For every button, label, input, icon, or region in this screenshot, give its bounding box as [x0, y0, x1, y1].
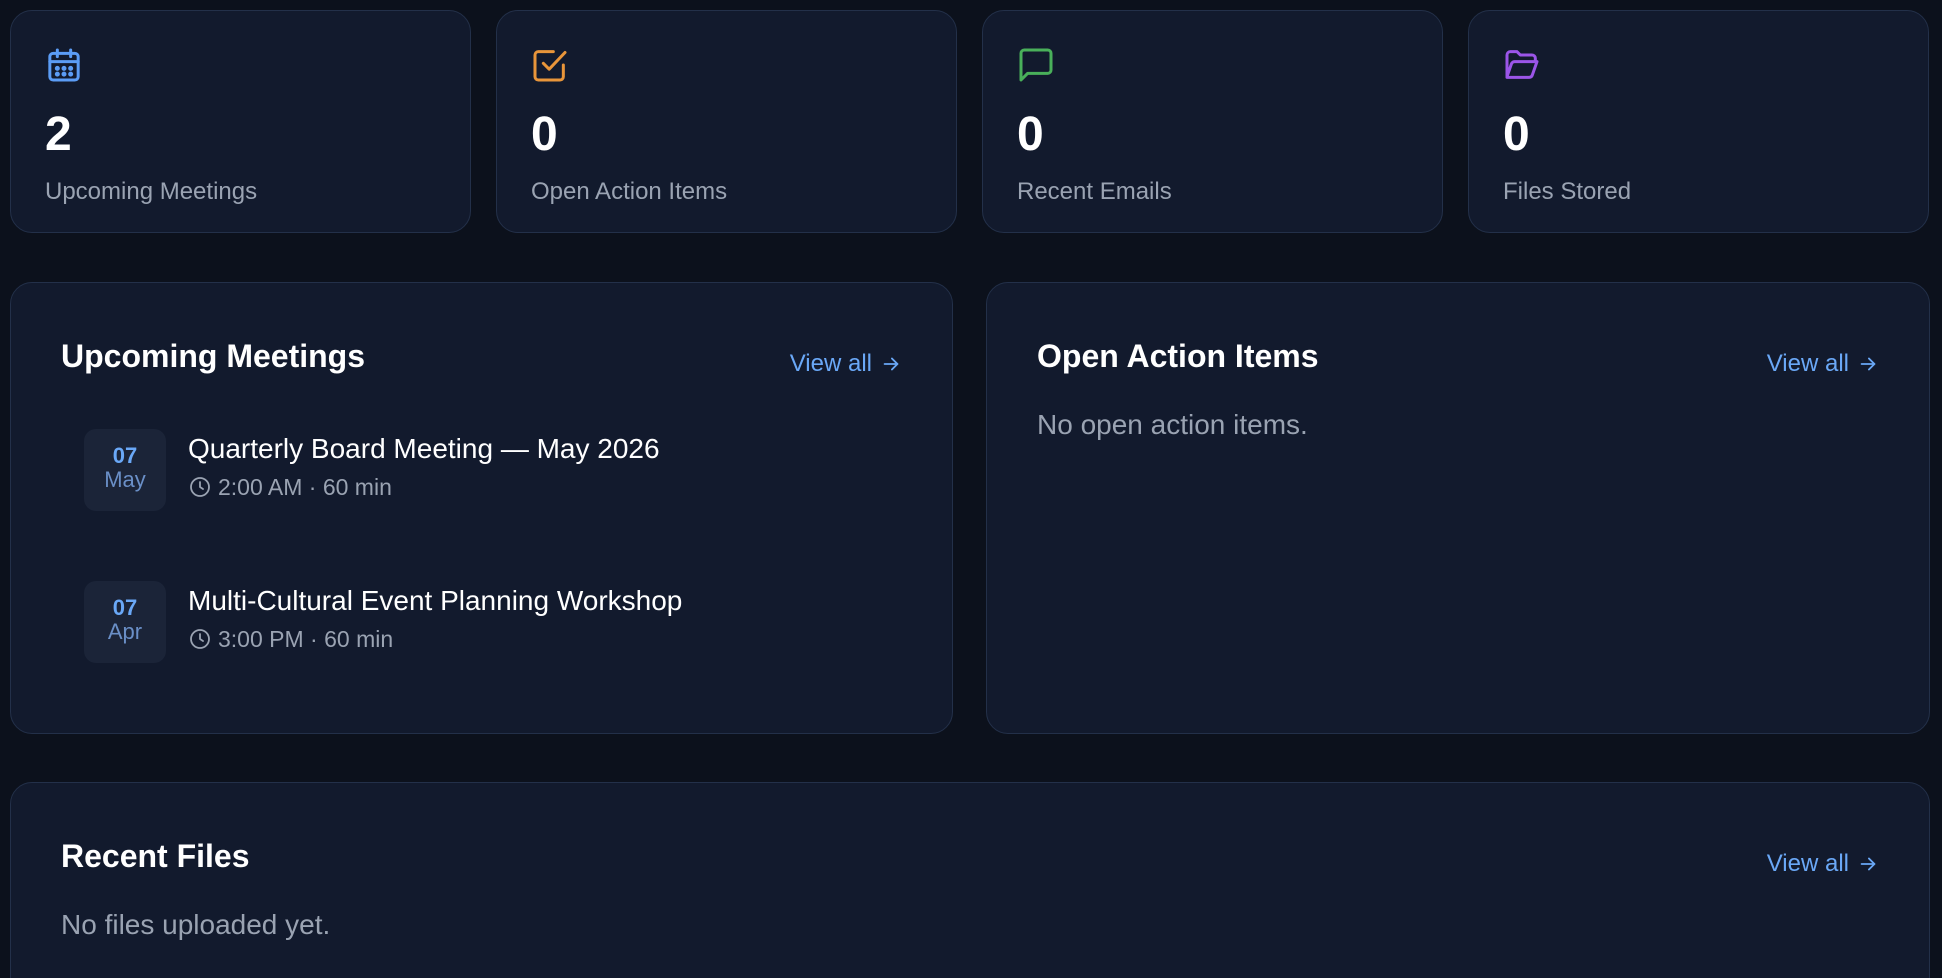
recent-files-panel: Recent Files View all No files uploaded …: [10, 782, 1930, 978]
date-badge: 07 May: [84, 429, 166, 511]
stat-value: 0: [531, 108, 558, 161]
calendar-icon: [44, 45, 84, 85]
meeting-time: 3:00 PM · 60 min: [218, 625, 394, 652]
stats-row: 2 Upcoming Meetings 0 Open Action Items …: [10, 10, 1929, 233]
open-action-items-panel: Open Action Items View all No open actio…: [986, 282, 1930, 734]
checkbox-icon: [530, 45, 570, 85]
date-day: 07: [112, 595, 138, 620]
meeting-title: Quarterly Board Meeting — May 2026: [188, 433, 660, 464]
meeting-meta: 3:00 PM · 60 min: [188, 627, 393, 651]
panel-title: Upcoming Meetings: [61, 338, 366, 374]
meeting-meta: 2:00 AM · 60 min: [188, 475, 392, 499]
date-month: Apr: [107, 619, 143, 644]
stat-value: 0: [1503, 108, 1530, 161]
arrow-right-icon: [880, 353, 902, 375]
stat-value: 2: [45, 108, 72, 161]
stat-label: Files Stored: [1503, 178, 1632, 205]
empty-state-text: No files uploaded yet.: [61, 909, 331, 940]
clock-icon: [188, 627, 212, 651]
stat-label: Recent Emails: [1017, 178, 1172, 205]
arrow-right-icon: [1857, 353, 1879, 375]
meeting-title: Multi-Cultural Event Planning Workshop: [188, 585, 683, 616]
stat-card-open-action-items[interactable]: 0 Open Action Items: [496, 10, 957, 233]
meeting-item[interactable]: 07 May Quarterly Board Meeting — May 202…: [84, 429, 884, 511]
panel-title: Recent Files: [61, 838, 250, 874]
view-all-meetings-link[interactable]: View all: [790, 352, 902, 376]
meeting-item[interactable]: 07 Apr Multi-Cultural Event Planning Wor…: [84, 581, 884, 663]
stat-label: Open Action Items: [531, 178, 728, 205]
stat-label: Upcoming Meetings: [45, 178, 258, 205]
date-day: 07: [112, 443, 138, 468]
stat-card-recent-emails[interactable]: 0 Recent Emails: [982, 10, 1443, 233]
view-all-label: View all: [789, 350, 872, 377]
meeting-time: 2:00 AM · 60 min: [218, 473, 392, 500]
clock-icon: [188, 475, 212, 499]
date-month: May: [104, 467, 146, 492]
view-all-action-items-link[interactable]: View all: [1767, 352, 1879, 376]
folder-open-icon: [1502, 45, 1542, 85]
stat-value: 0: [1017, 108, 1044, 161]
stat-card-files-stored[interactable]: 0 Files Stored: [1468, 10, 1929, 233]
view-all-files-link[interactable]: View all: [1767, 852, 1879, 876]
empty-state-text: No open action items.: [1037, 409, 1308, 440]
upcoming-meetings-panel: Upcoming Meetings View all 07 May Quarte…: [10, 282, 953, 734]
view-all-label: View all: [1766, 350, 1849, 377]
date-badge: 07 Apr: [84, 581, 166, 663]
stat-card-upcoming-meetings[interactable]: 2 Upcoming Meetings: [10, 10, 471, 233]
dashboard: 2 Upcoming Meetings 0 Open Action Items …: [0, 0, 1942, 978]
view-all-label: View all: [1766, 850, 1849, 877]
arrow-right-icon: [1857, 853, 1879, 875]
panel-title: Open Action Items: [1037, 338, 1319, 374]
message-icon: [1016, 45, 1056, 85]
